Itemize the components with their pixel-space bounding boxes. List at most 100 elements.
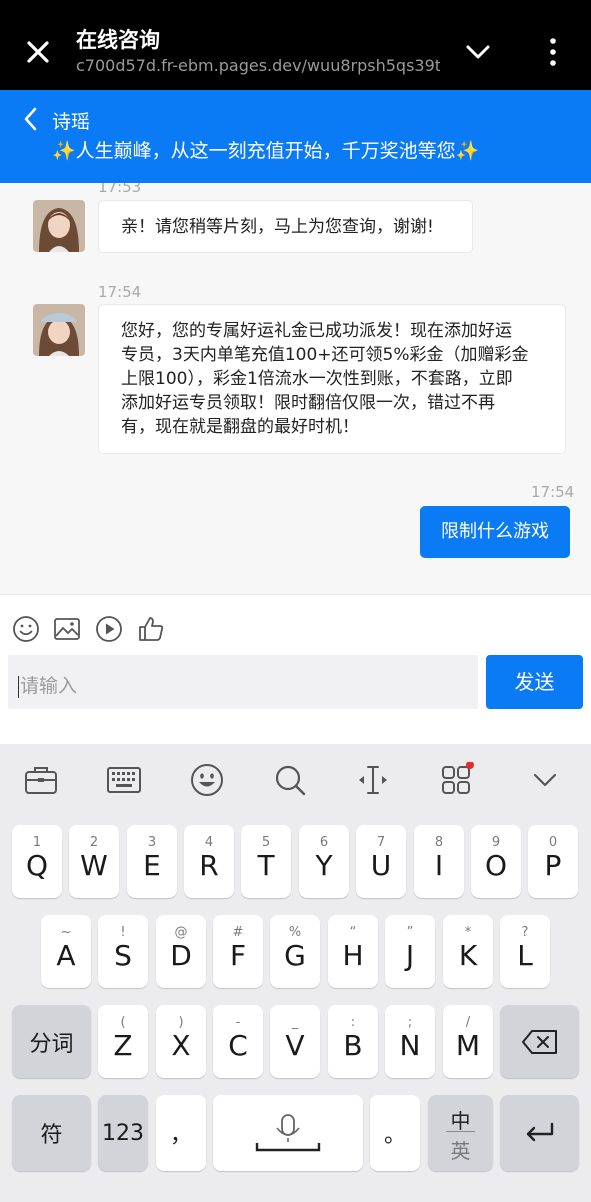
key-m[interactable]: / M xyxy=(443,1005,493,1078)
key-label: P xyxy=(544,849,562,882)
key-p[interactable]: 0P xyxy=(528,825,578,898)
key-label: G xyxy=(284,939,306,972)
key-label: N xyxy=(399,1029,421,1062)
key-hint: % xyxy=(288,925,302,940)
key-u[interactable]: 7U xyxy=(356,825,406,898)
key-r[interactable]: 4R xyxy=(184,825,234,898)
key-label: Z xyxy=(113,1029,133,1062)
message-bubble: 您好，您的专属好运礼金已成功派发！现在添加好运 专员，3天内单笔充值100+还可… xyxy=(98,304,566,454)
key-hint: ; xyxy=(407,1015,413,1030)
key-z[interactable]: (Z xyxy=(98,1005,148,1078)
more-options-icon[interactable] xyxy=(544,36,562,68)
message-bubble: 亲！请您稍等片刻，马上为您查询，谢谢! xyxy=(98,200,473,253)
key-k[interactable]: * K xyxy=(443,915,493,988)
thumbs-up-icon[interactable] xyxy=(137,615,165,643)
key-hint: / xyxy=(465,1015,471,1030)
comma-key[interactable]: ， xyxy=(156,1095,206,1171)
message-list[interactable]: 17:53 亲！请您稍等片刻，马上为您查询，谢谢! 17:54 您好，您的专属好… xyxy=(0,183,591,594)
key-label: U xyxy=(370,849,392,882)
key-c[interactable]: -C xyxy=(213,1005,263,1078)
key-label: C xyxy=(228,1029,248,1062)
backspace-icon xyxy=(521,1029,557,1054)
key-hint: _ xyxy=(291,1015,299,1030)
space-key[interactable] xyxy=(213,1095,363,1171)
search-icon[interactable] xyxy=(272,762,308,798)
key-label: R xyxy=(199,849,219,882)
key-q[interactable]: 1Q xyxy=(12,825,62,898)
image-icon[interactable] xyxy=(53,615,81,643)
send-button[interactable]: 发送 xyxy=(486,655,583,709)
key-hint: 1 xyxy=(32,835,42,850)
message-line: 专员，3天内单笔充值100+还可领5%彩金（加赠彩金 xyxy=(121,345,529,365)
close-icon[interactable] xyxy=(22,36,54,68)
key-hint: “ xyxy=(349,925,357,940)
key-h[interactable]: “H xyxy=(328,915,378,988)
key-o[interactable]: 9O xyxy=(471,825,521,898)
segment-key[interactable]: 分词 xyxy=(12,1005,91,1078)
key-label: O xyxy=(484,849,508,882)
cursor-move-icon[interactable] xyxy=(355,762,391,798)
key-v[interactable]: _ V xyxy=(270,1005,320,1078)
symbols-key[interactable]: 符 xyxy=(12,1095,91,1171)
page-title: 在线咨询 xyxy=(76,28,160,52)
message-line: 有，现在就是翻盘的最好时机！ xyxy=(121,417,359,437)
key-l[interactable]: ? L xyxy=(500,915,550,988)
message-text: 亲！请您稍等片刻，马上为您查询，谢谢! xyxy=(121,217,434,237)
emoji-icon[interactable] xyxy=(189,762,225,798)
language-switch-key[interactable]: 中 英 xyxy=(428,1095,493,1171)
keyboard-icon[interactable] xyxy=(106,762,142,798)
back-icon[interactable] xyxy=(22,106,40,132)
key-b[interactable]: :B xyxy=(328,1005,378,1078)
key-g[interactable]: % G xyxy=(270,915,320,988)
key-label: L xyxy=(517,939,533,972)
key-d[interactable]: @ D xyxy=(156,915,206,988)
key-a[interactable]: ~ A xyxy=(41,915,91,988)
briefcase-icon[interactable] xyxy=(23,762,59,798)
key-hint: @ xyxy=(174,925,188,940)
message-line: 添加好运专员领取！限时翻倍仅限一次，错过不再 xyxy=(121,393,495,413)
key-hint: 8 xyxy=(434,835,444,850)
key-label: E xyxy=(143,849,161,882)
enter-key[interactable] xyxy=(500,1095,579,1171)
key-label: 。 xyxy=(383,1123,406,1148)
microphone-icon xyxy=(255,1114,321,1152)
key-label: Y xyxy=(315,849,333,882)
key-label: ， xyxy=(169,1123,192,1148)
composer: 请输入 发送 xyxy=(0,594,591,744)
key-i[interactable]: 8I xyxy=(414,825,464,898)
period-key[interactable]: 。 xyxy=(370,1095,420,1171)
key-hint: ” xyxy=(406,925,414,940)
message-input[interactable]: 请输入 xyxy=(8,655,478,709)
key-f[interactable]: # F xyxy=(213,915,263,988)
key-hint: - xyxy=(235,1015,241,1030)
key-j[interactable]: ” J xyxy=(385,915,435,988)
key-s[interactable]: ! S xyxy=(98,915,148,988)
message-timestamp: 17:54 xyxy=(98,283,142,301)
key-label: T xyxy=(257,849,275,882)
apps-grid-icon[interactable] xyxy=(438,762,474,798)
message-timestamp: 17:53 xyxy=(98,183,142,196)
key-y[interactable]: 6Y xyxy=(299,825,349,898)
backspace-key[interactable] xyxy=(500,1005,579,1078)
key-w[interactable]: 2W xyxy=(69,825,119,898)
emoji-icon[interactable] xyxy=(12,615,40,643)
key-hint: 3 xyxy=(147,835,157,850)
chevron-down-icon[interactable] xyxy=(464,38,492,66)
key-label: F xyxy=(229,939,247,972)
key-n[interactable]: ; N xyxy=(385,1005,435,1078)
key-hint: : xyxy=(350,1015,356,1030)
text-caret xyxy=(18,675,19,698)
collapse-chevron-icon[interactable] xyxy=(527,762,563,798)
key-hint: 9 xyxy=(491,835,501,850)
key-t[interactable]: 5T xyxy=(241,825,291,898)
key-label: A xyxy=(56,939,76,972)
numbers-key[interactable]: 123 xyxy=(98,1095,148,1171)
key-label: K xyxy=(458,939,478,972)
key-e[interactable]: 3E xyxy=(127,825,177,898)
browser-top-bar: 在线咨询 c700d57d.fr-ebm.pages.dev/wuu8rpsh5… xyxy=(0,0,591,90)
page-url: c700d57d.fr-ebm.pages.dev/wuu8rpsh5qs39t xyxy=(76,56,440,75)
chat-header: 诗瑶 ✨人生巅峰，从这一刻充值开始，千万奖池等您✨ xyxy=(0,90,591,183)
key-label: D xyxy=(170,939,192,972)
video-icon[interactable] xyxy=(95,615,123,643)
key-x[interactable]: ) X xyxy=(156,1005,206,1078)
